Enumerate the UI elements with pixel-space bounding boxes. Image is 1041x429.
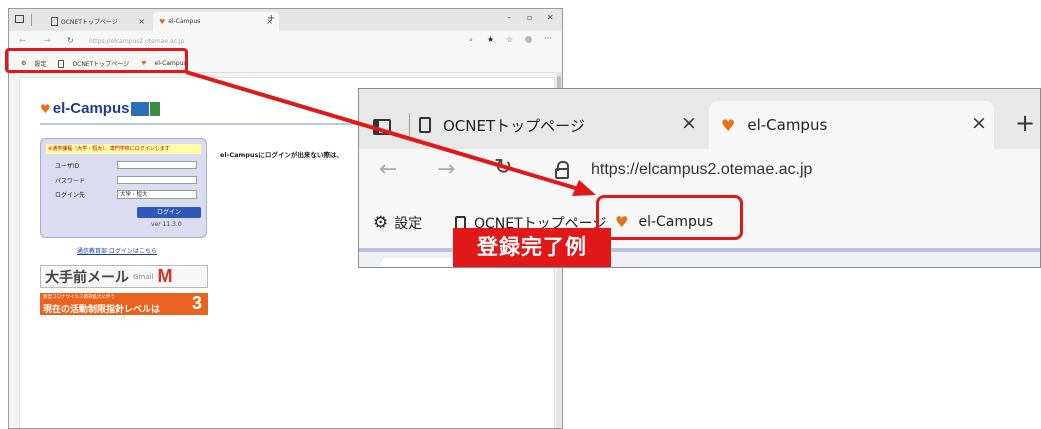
arrow-head — [572, 180, 596, 196]
callout-arrow — [185, 70, 596, 196]
arrow-line — [185, 70, 583, 192]
